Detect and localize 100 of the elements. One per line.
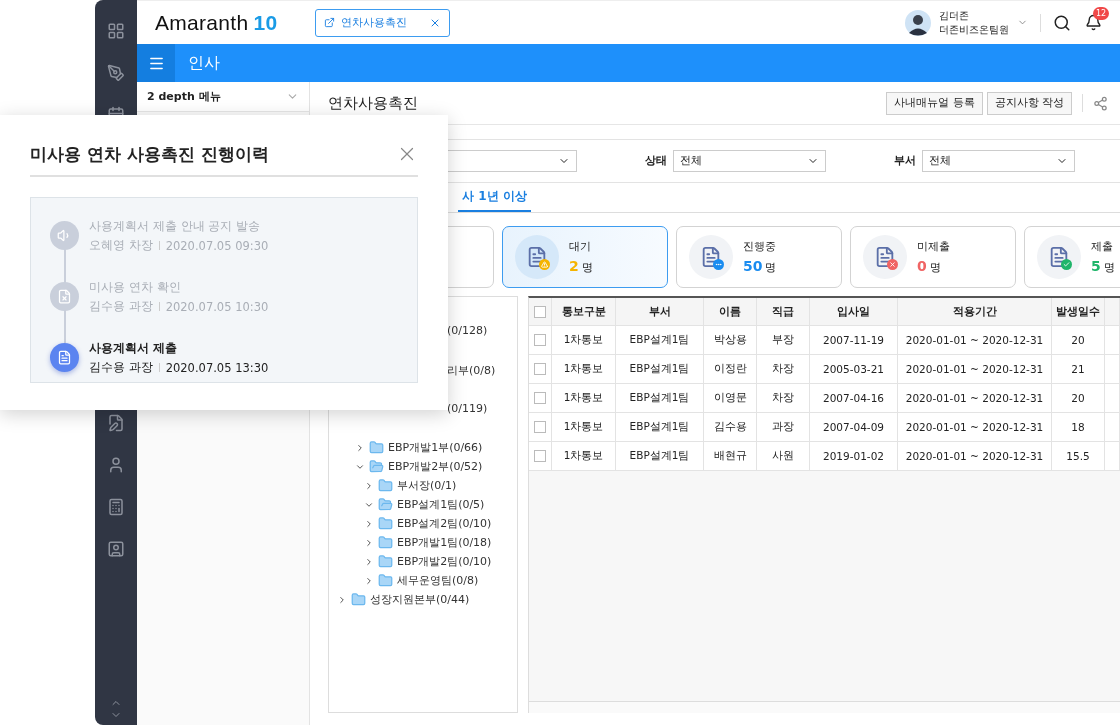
folder-icon bbox=[378, 573, 393, 588]
depth-menu-dropdown[interactable]: 2 depth 메뉴 bbox=[137, 82, 309, 112]
tree-item[interactable]: EBP개발2부(0/52) bbox=[388, 459, 483, 474]
external-link-icon bbox=[324, 17, 336, 28]
status-count: 5 bbox=[1091, 258, 1101, 274]
column-header: 이름 bbox=[704, 298, 757, 326]
count-unit: 명 bbox=[765, 261, 777, 275]
status-label: 미제출 bbox=[917, 239, 950, 254]
checkbox[interactable] bbox=[534, 334, 546, 346]
status-card[interactable]: 제출 5 명 bbox=[1024, 226, 1120, 288]
step-time: 2020.07.05 09:30 bbox=[165, 238, 269, 253]
column-header: 통보구분 bbox=[552, 298, 616, 326]
horizontal-scrollbar[interactable] bbox=[529, 701, 1120, 713]
document-icon bbox=[689, 235, 733, 279]
document-icon bbox=[863, 235, 907, 279]
column-header: 부서 bbox=[616, 298, 704, 326]
search-icon[interactable] bbox=[1053, 13, 1071, 32]
document-icon bbox=[1037, 235, 1081, 279]
caret-icon[interactable] bbox=[364, 537, 374, 548]
folder-icon bbox=[378, 554, 393, 569]
tree-item[interactable]: (0/128) bbox=[447, 324, 488, 337]
share-icon[interactable] bbox=[1093, 95, 1108, 111]
step-person: 김수용 과장 bbox=[89, 299, 153, 314]
dialog-title: 미사용 연차 사용촉진 진행이력 bbox=[30, 142, 269, 166]
table-cell: 김수용 bbox=[704, 413, 757, 442]
table-cell: 이정란 bbox=[704, 355, 757, 384]
table-cell: 2020-01-01 ~ 2020-12-31 bbox=[898, 413, 1052, 442]
table-cell bbox=[1105, 413, 1120, 442]
table-cell: 2007-11-19 bbox=[810, 326, 898, 355]
document-icon bbox=[515, 235, 559, 279]
table-cell: 과장 bbox=[757, 413, 810, 442]
column-header: 적용기간 bbox=[898, 298, 1052, 326]
table-cell bbox=[1105, 355, 1120, 384]
checkbox[interactable] bbox=[534, 305, 546, 318]
caret-icon[interactable] bbox=[355, 442, 365, 453]
table-cell: 21 bbox=[1052, 355, 1105, 384]
caret-icon[interactable] bbox=[364, 480, 374, 491]
column-header: 입사일 bbox=[810, 298, 898, 326]
table-cell: 1차통보 bbox=[552, 384, 616, 413]
tree-item[interactable]: EBP개발1부(0/66) bbox=[388, 440, 483, 455]
caret-icon[interactable] bbox=[364, 556, 374, 567]
tree-item[interactable]: (0/119) bbox=[447, 402, 488, 415]
status-count: 2 bbox=[569, 258, 579, 274]
step-person: 김수용 과장 bbox=[89, 360, 153, 375]
table-cell: 이영문 bbox=[704, 384, 757, 413]
caret-icon[interactable] bbox=[337, 594, 347, 605]
status-count: 0 bbox=[917, 258, 927, 274]
avatar bbox=[905, 9, 931, 36]
person-card-icon[interactable] bbox=[107, 540, 125, 558]
folder-icon bbox=[378, 497, 393, 512]
filter-select[interactable]: 전체 bbox=[922, 150, 1075, 172]
tab[interactable]: 사 1년 이상 bbox=[458, 188, 531, 212]
tree-item[interactable]: EBP개발2팀(0/10) bbox=[397, 554, 492, 569]
pen-icon[interactable] bbox=[107, 64, 125, 82]
page-title: 연차사용촉진 bbox=[328, 93, 418, 113]
tree-item[interactable]: EBP설계2팀(0/10) bbox=[397, 516, 492, 531]
page-button[interactable]: 공지사항 작성 bbox=[986, 91, 1072, 115]
tree-item[interactable]: EBP설계1팀(0/5) bbox=[397, 497, 485, 512]
status-card[interactable]: 대기 2 명 bbox=[502, 226, 668, 288]
column-header: 발생일수 bbox=[1052, 298, 1105, 326]
calculator-icon[interactable] bbox=[107, 498, 125, 516]
page-button[interactable]: 사내매뉴얼 등록 bbox=[886, 91, 983, 115]
table-cell bbox=[1105, 326, 1120, 355]
tree-item[interactable]: 리부(0/8) bbox=[447, 363, 496, 378]
table-cell: 박상용 bbox=[704, 326, 757, 355]
table-cell bbox=[1105, 384, 1120, 413]
status-card[interactable]: 진행중 50 명 bbox=[676, 226, 842, 288]
table-cell: 차장 bbox=[757, 384, 810, 413]
table-cell: EBP설계1팀 bbox=[616, 384, 704, 413]
status-count: 50 bbox=[743, 258, 763, 274]
tree-item[interactable]: 성장지원본부(0/44) bbox=[370, 592, 470, 607]
user-name: 김더존 bbox=[939, 8, 970, 23]
folder-icon bbox=[378, 535, 393, 550]
table-cell: EBP설계1팀 bbox=[616, 355, 704, 384]
step-title: 사용계획서 제출 안내 공지 발송 bbox=[89, 218, 262, 235]
filter-label: 부서 bbox=[894, 154, 916, 168]
caret-icon[interactable] bbox=[364, 575, 374, 586]
checkbox[interactable] bbox=[534, 363, 546, 375]
column-header: 직급 bbox=[757, 298, 810, 326]
menu-button[interactable] bbox=[137, 44, 175, 82]
grid-icon[interactable] bbox=[107, 22, 125, 40]
checkbox[interactable] bbox=[534, 392, 546, 404]
step-title: 미사용 연차 확인 bbox=[89, 279, 182, 296]
filter-select[interactable]: 전체 bbox=[673, 150, 826, 172]
open-tab[interactable]: 연차사용촉진 bbox=[315, 8, 451, 37]
person-icon[interactable] bbox=[107, 456, 125, 474]
caret-icon[interactable] bbox=[364, 518, 374, 529]
checkbox[interactable] bbox=[534, 421, 546, 433]
step-time: 2020.07.05 13:30 bbox=[165, 360, 269, 375]
bell-icon[interactable] bbox=[1085, 14, 1102, 31]
tree-item[interactable]: 부서장(0/1) bbox=[397, 478, 457, 493]
folder-icon bbox=[369, 440, 384, 455]
table-cell: 1차통보 bbox=[552, 413, 616, 442]
checkbox[interactable] bbox=[534, 450, 546, 462]
tree-item[interactable]: 세무운영팀(0/8) bbox=[397, 573, 479, 588]
user-team: 더존비즈온팀원 bbox=[939, 22, 1009, 37]
edit-document-icon[interactable] bbox=[107, 414, 125, 432]
step-title: 사용계획서 제출 bbox=[89, 340, 179, 357]
tree-item[interactable]: EBP개발1팀(0/18) bbox=[397, 535, 492, 550]
status-card[interactable]: 미제출 0 명 bbox=[850, 226, 1016, 288]
